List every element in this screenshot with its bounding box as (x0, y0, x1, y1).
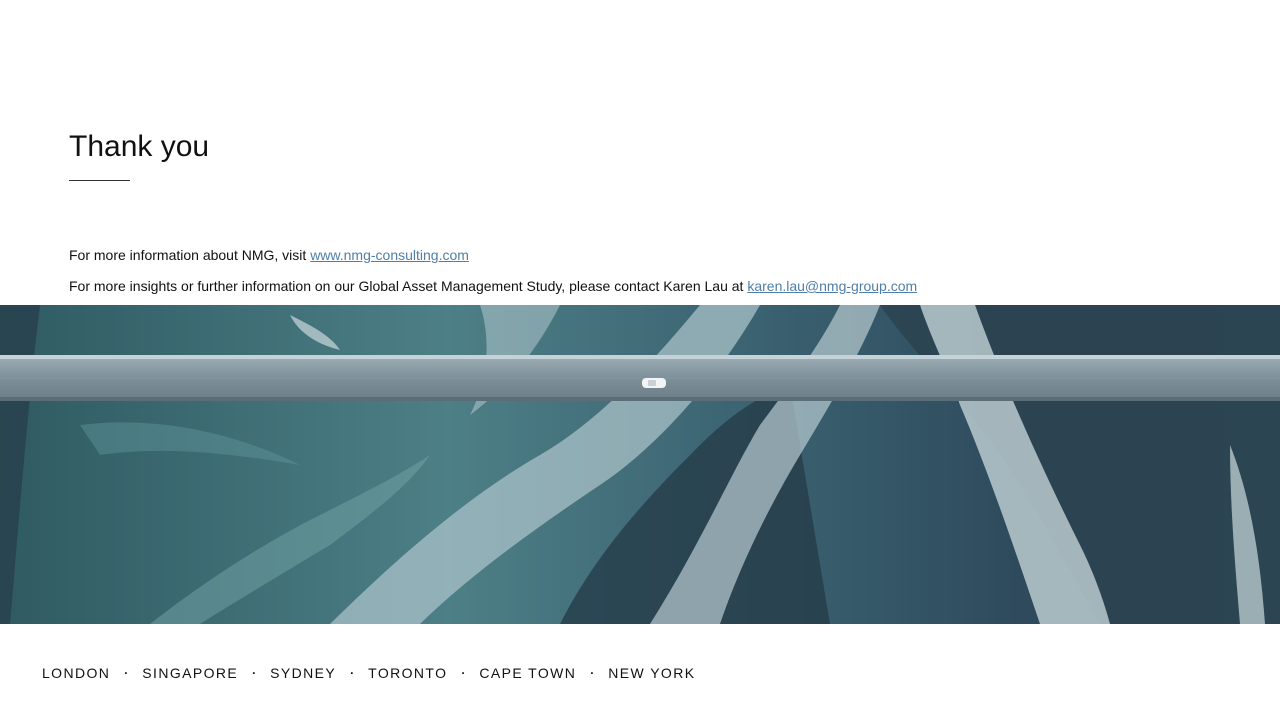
separator-dot: · (124, 666, 129, 680)
city-label: NEW YORK (608, 665, 696, 681)
thank-you-slide: Thank you For more information about NMG… (0, 0, 1280, 720)
info-line-contact: For more insights or further information… (69, 277, 917, 295)
website-link[interactable]: www.nmg-consulting.com (310, 247, 469, 263)
separator-dot: · (461, 666, 466, 680)
city-label: SINGAPORE (142, 665, 239, 681)
info-line-contact-text: For more insights or further information… (69, 278, 748, 294)
aerial-river-bridge-image (0, 305, 1280, 624)
page-title: Thank you (69, 130, 210, 163)
info-line-website-text: For more information about NMG, visit (69, 247, 311, 263)
info-line-website: For more information about NMG, visit ww… (69, 246, 469, 264)
separator-dot: · (350, 666, 355, 680)
office-locations: LONDON · SINGAPORE · SYDNEY · TORONTO · … (42, 664, 695, 682)
title-underline (69, 180, 130, 181)
separator-dot: · (252, 666, 257, 680)
city-label: LONDON (42, 665, 111, 681)
banner-image (0, 305, 1280, 624)
city-label: TORONTO (368, 665, 448, 681)
city-label: CAPE TOWN (479, 665, 577, 681)
email-link[interactable]: karen.lau@nmg-group.com (747, 278, 917, 294)
separator-dot: · (590, 666, 595, 680)
city-label: SYDNEY (270, 665, 337, 681)
